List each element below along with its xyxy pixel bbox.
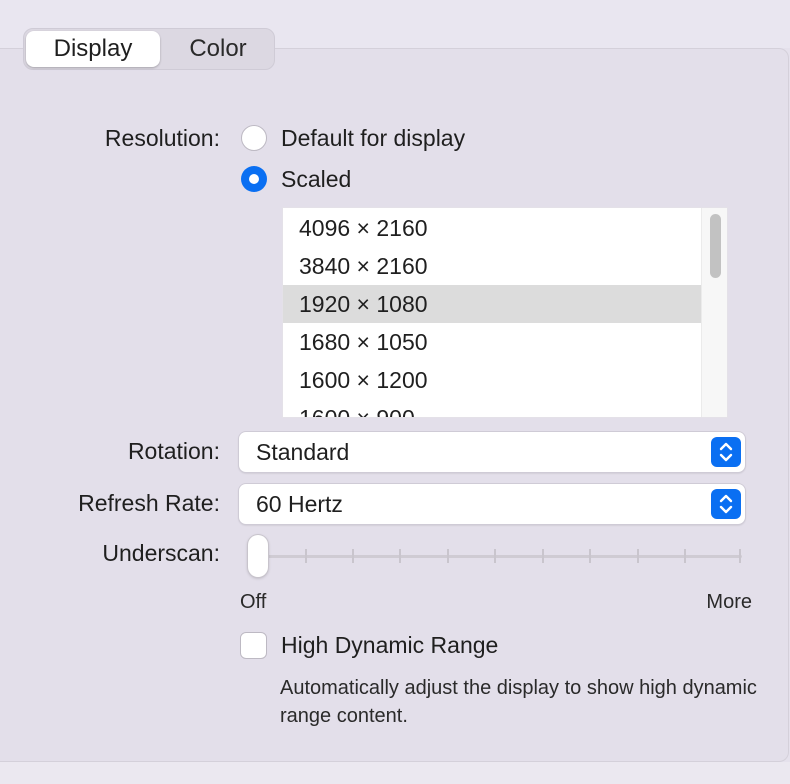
rotation-label: Rotation: — [127, 438, 220, 464]
slider-tick — [399, 549, 401, 563]
resolution-list-item[interactable]: 1600 × 900 — [283, 399, 701, 417]
slider-tick — [352, 549, 354, 563]
resolution-scrollbar[interactable] — [701, 208, 727, 417]
tab-display[interactable]: Display — [26, 31, 160, 67]
resolution-list-item[interactable]: 1600 × 1200 — [283, 361, 701, 399]
window-bottom-area — [0, 762, 790, 784]
rotation-select[interactable]: Standard — [239, 432, 745, 472]
rotation-value: Standard — [256, 439, 350, 465]
resolution-list[interactable]: 4096 × 2160 3840 × 2160 1920 × 1080 1680… — [282, 207, 728, 418]
scrollbar-thumb[interactable] — [710, 214, 721, 278]
slider-tick — [494, 549, 496, 563]
tab-bar: Display Color — [23, 28, 275, 70]
hdr-label: High Dynamic Range — [281, 632, 499, 658]
radio-scaled[interactable] — [241, 166, 267, 192]
refresh-rate-label: Refresh Rate: — [78, 490, 220, 516]
radio-scaled-label: Scaled — [281, 166, 352, 192]
slider-tick — [305, 549, 307, 563]
radio-selected-dot — [249, 174, 259, 184]
chevron-up-down-icon — [711, 489, 741, 519]
refresh-rate-value: 60 Hertz — [256, 491, 343, 517]
underscan-slider-knob[interactable] — [248, 535, 268, 577]
hdr-description: Automatically adjust the display to show… — [280, 677, 757, 727]
refresh-rate-select[interactable]: 60 Hertz — [239, 484, 745, 524]
tab-color[interactable]: Color — [164, 31, 272, 67]
resolution-list-item-selected[interactable]: 1920 × 1080 — [283, 285, 701, 323]
slider-tick — [684, 549, 686, 563]
resolution-list-item[interactable]: 4096 × 2160 — [283, 209, 701, 247]
underscan-min-label: Off — [240, 591, 267, 613]
hdr-checkbox[interactable] — [240, 632, 267, 659]
slider-tick — [589, 549, 591, 563]
radio-default-label: Default for display — [281, 125, 466, 151]
radio-default-for-display[interactable] — [241, 125, 267, 151]
slider-tick — [739, 549, 741, 563]
underscan-max-label: More — [706, 591, 752, 613]
resolution-list-item[interactable]: 1680 × 1050 — [283, 323, 701, 361]
slider-tick — [542, 549, 544, 563]
chevron-up-down-icon — [711, 437, 741, 467]
resolution-list-item[interactable]: 3840 × 2160 — [283, 247, 701, 285]
slider-tick — [637, 549, 639, 563]
underscan-label: Underscan: — [102, 540, 220, 566]
underscan-slider-track[interactable] — [258, 555, 742, 558]
slider-tick — [447, 549, 449, 563]
resolution-label: Resolution: — [104, 125, 220, 151]
